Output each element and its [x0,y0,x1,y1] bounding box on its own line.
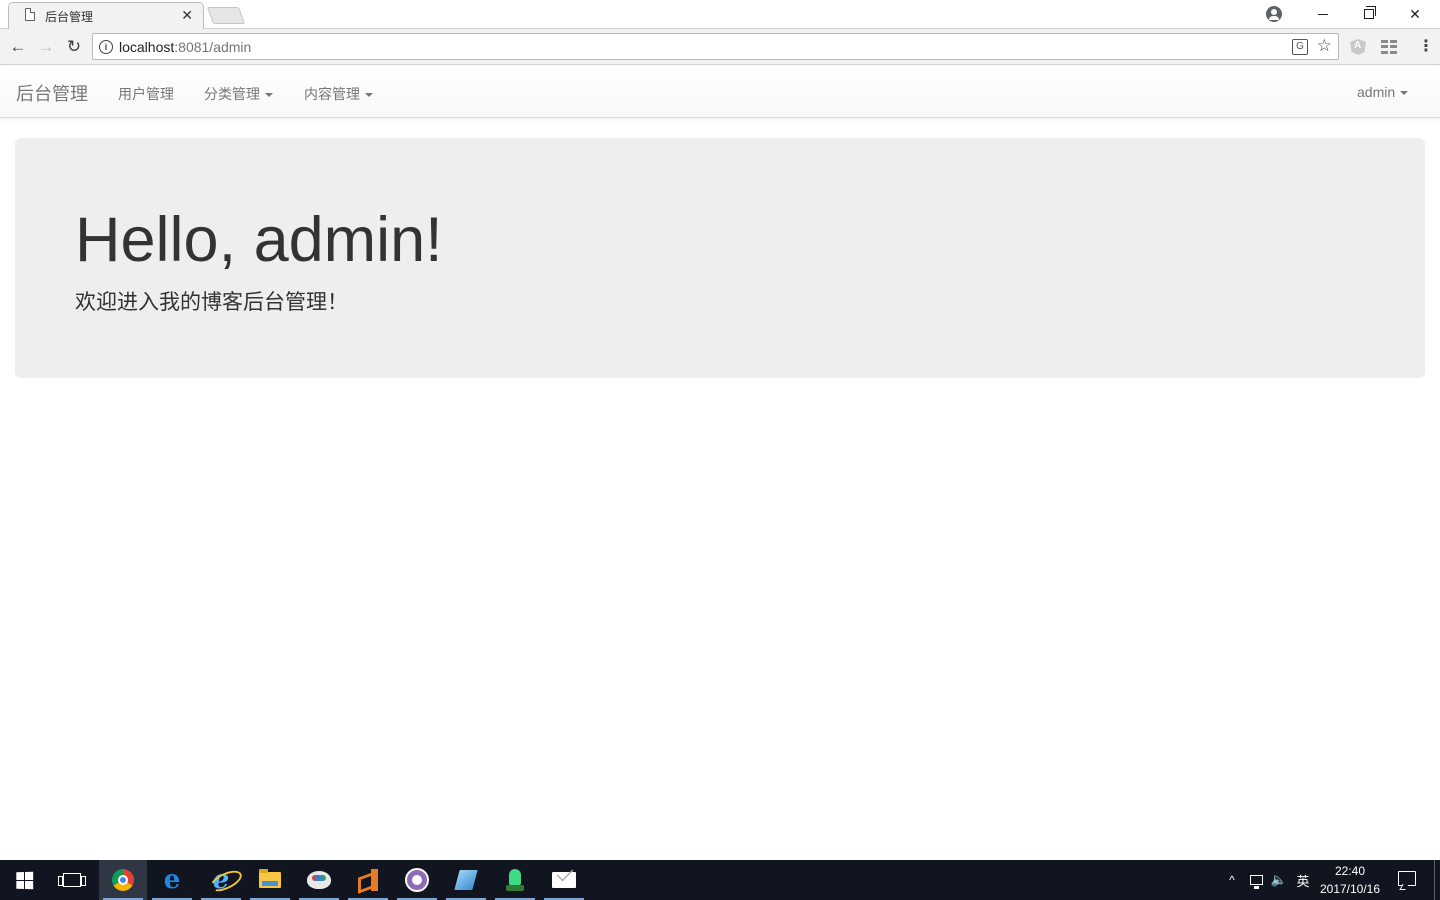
network-icon[interactable] [1247,860,1265,900]
taskbar-file-explorer[interactable] [246,860,294,900]
tab-title: 后台管理 [45,10,94,24]
taskbar-chrome[interactable] [99,860,147,900]
taskbar-github-desktop[interactable] [393,860,441,900]
paint-icon [307,871,331,889]
nav-user-management[interactable]: 用户管理 [118,84,174,104]
back-button[interactable]: ← [7,36,29,58]
translate-icon[interactable]: G [1292,39,1308,55]
minimize-button[interactable] [1300,0,1346,28]
nav-label: admin [1357,84,1396,100]
caret-down-icon [1400,91,1409,96]
navbar-brand[interactable]: 后台管理 [16,80,88,106]
nav-label: 用户管理 [118,86,174,102]
file-explorer-icon [259,869,281,888]
taskbar-vscode[interactable] [344,860,392,900]
mail-icon [552,872,576,888]
notepad-icon [454,870,478,890]
extension-letter: A [1354,40,1362,51]
browser-tab-strip: 后台管理 ✕ ✕ [0,0,1440,29]
browser-toolbar: ← → ↻ i localhost:8081/admin G ☆ A ⋮ [0,29,1440,65]
taskbar-clock[interactable]: 22:40 2017/10/16 [1316,862,1384,898]
ime-indicator[interactable]: 英 [1294,860,1312,900]
address-bar[interactable]: i localhost:8081/admin G ☆ [92,33,1339,60]
edge-icon: e [163,865,181,895]
start-icon [15,871,33,889]
bookmark-star-icon[interactable]: ☆ [1317,36,1332,56]
clock-date: 2017/10/16 [1319,882,1381,896]
taskbar-edge[interactable]: e [148,860,196,900]
chrome-icon [112,869,134,891]
browser-menu-icon[interactable]: ⋮ [1418,39,1434,55]
angular-extension-icon[interactable]: A [1350,39,1366,55]
vscode-icon [358,869,378,891]
new-tab-button[interactable] [206,7,246,24]
url-path: :8081/admin [174,39,252,55]
reload-button[interactable]: ↻ [63,36,85,58]
restore-button[interactable] [1346,0,1392,28]
caret-down-icon [265,93,273,98]
volume-icon[interactable]: 🔈 [1270,860,1288,900]
site-info-icon[interactable]: i [99,40,113,54]
task-view-icon [58,873,86,887]
admin-navbar: 后台管理 用户管理 分类管理 内容管理 admin [0,66,1440,118]
welcome-heading: Hello, admin! [75,205,443,275]
tray-overflow-chevron-icon[interactable]: ^ [1224,860,1240,900]
page-icon [25,8,35,21]
tab-close-icon[interactable]: ✕ [181,6,193,24]
taskbar-notepad[interactable] [442,860,490,900]
taskbar-paint[interactable] [295,860,343,900]
nav-category-management[interactable]: 分类管理 [204,84,273,104]
account-icon[interactable] [1266,6,1282,22]
welcome-lead: 欢迎进入我的博客后台管理！ [75,291,348,314]
action-center-icon[interactable] [1398,871,1416,886]
ie-icon: e [212,865,230,895]
clock-time: 22:40 [1334,864,1366,878]
android-studio-icon [506,869,524,891]
show-desktop-button[interactable] [1434,860,1440,900]
browser-tab-active[interactable]: 后台管理 ✕ [8,2,204,29]
nav-content-management[interactable]: 内容管理 [304,84,373,104]
minimize-icon [1318,13,1328,15]
task-view-button[interactable] [48,860,96,900]
forward-button[interactable]: → [35,36,57,58]
taskbar-ie[interactable]: e [197,860,245,900]
nav-label: 内容管理 [304,86,360,102]
caret-down-icon [365,93,373,98]
nav-user-menu[interactable]: admin [1357,84,1409,100]
start-button[interactable] [0,860,48,900]
github-desktop-icon [405,868,429,892]
url-text[interactable]: localhost:8081/admin [119,39,251,55]
close-icon: ✕ [1409,5,1421,22]
taskbar-mail[interactable] [540,860,588,900]
restore-icon [1364,6,1376,19]
extension-grid-icon[interactable] [1381,40,1397,54]
welcome-jumbotron: Hello, admin! 欢迎进入我的博客后台管理！ [15,138,1425,378]
close-window-button[interactable]: ✕ [1392,0,1438,28]
url-host: localhost [119,39,175,55]
taskbar-android-studio[interactable] [491,860,539,900]
nav-label: 分类管理 [204,86,260,102]
